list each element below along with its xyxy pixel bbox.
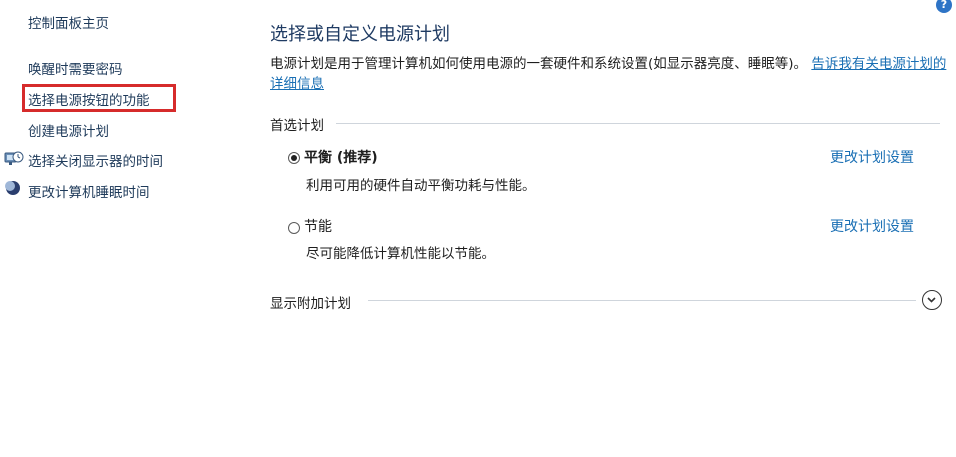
divider <box>368 300 916 301</box>
sidebar-item-require-password[interactable]: 唤醒时需要密码 <box>28 58 123 78</box>
balanced-plan-radio[interactable] <box>288 152 300 164</box>
sidebar-item-display-off-time[interactable]: 选择关闭显示器的时间 <box>28 150 163 170</box>
highlight-box <box>22 84 176 112</box>
sidebar-item-create-plan[interactable]: 创建电源计划 <box>28 120 109 140</box>
page-title: 选择或自定义电源计划 <box>270 24 450 45</box>
page-description: 电源计划是用于管理计算机如何使用电源的一套硬件和系统设置(如显示器亮度、睡眠等)… <box>270 54 950 94</box>
moon-icon <box>5 180 21 196</box>
power-saver-plan-desc: 尽可能降低计算机性能以节能。 <box>306 246 495 262</box>
monitor-clock-icon <box>4 150 24 168</box>
balanced-plan-desc: 利用可用的硬件自动平衡功耗与性能。 <box>306 178 536 194</box>
power-saver-plan-radio[interactable] <box>288 222 300 234</box>
description-text: 电源计划是用于管理计算机如何使用电源的一套硬件和系统设置(如显示器亮度、睡眠等)… <box>270 56 808 72</box>
power-saver-plan-name[interactable]: 节能 <box>304 216 332 236</box>
help-icon[interactable]: ? <box>936 0 952 13</box>
preferred-plans-header: 首选计划 <box>270 118 324 134</box>
divider <box>336 123 940 124</box>
sidebar-item-sleep-time[interactable]: 更改计算机睡眠时间 <box>28 181 150 201</box>
additional-plans-header[interactable]: 显示附加计划 <box>270 292 351 312</box>
power-saver-change-settings-link[interactable]: 更改计划设置 <box>830 216 914 236</box>
balanced-plan-name[interactable]: 平衡 (推荐) <box>304 147 378 167</box>
balanced-change-settings-link[interactable]: 更改计划设置 <box>830 147 914 167</box>
control-panel-home-link[interactable]: 控制面板主页 <box>28 12 109 32</box>
expand-chevron-icon[interactable] <box>922 290 942 310</box>
